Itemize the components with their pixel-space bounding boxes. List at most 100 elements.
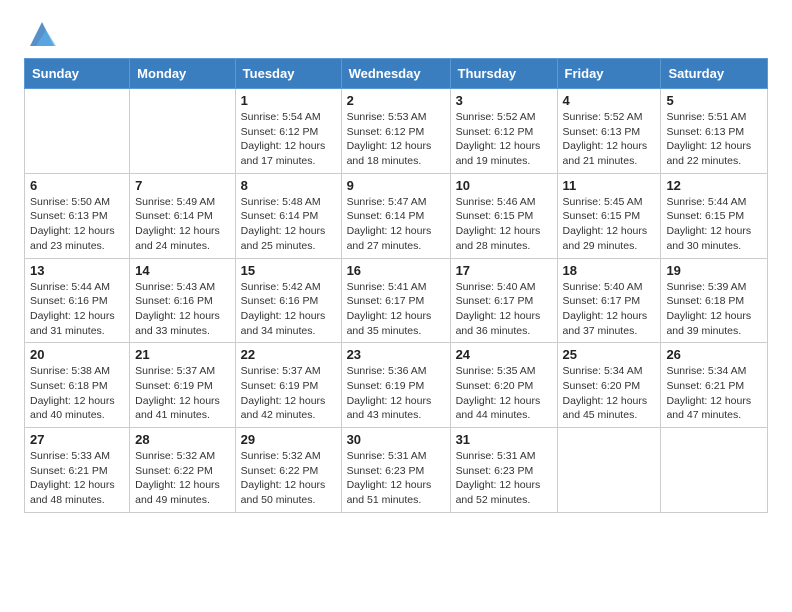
day-number: 7 <box>135 178 230 193</box>
calendar-cell: 6 Sunrise: 5:50 AM Sunset: 6:13 PM Daylig… <box>25 173 130 258</box>
day-info: Sunrise: 5:51 AM Sunset: 6:13 PM Dayligh… <box>666 110 762 169</box>
day-info: Sunrise: 5:53 AM Sunset: 6:12 PM Dayligh… <box>347 110 445 169</box>
day-info: Sunrise: 5:42 AM Sunset: 6:16 PM Dayligh… <box>241 280 336 339</box>
day-number: 10 <box>456 178 552 193</box>
day-number: 28 <box>135 432 230 447</box>
day-number: 6 <box>30 178 124 193</box>
day-info: Sunrise: 5:54 AM Sunset: 6:12 PM Dayligh… <box>241 110 336 169</box>
calendar-cell: 27Sunrise: 5:33 AM Sunset: 6:21 PM Dayli… <box>25 428 130 513</box>
day-number: 8 <box>241 178 336 193</box>
calendar-cell: 7 Sunrise: 5:49 AM Sunset: 6:14 PM Daylig… <box>130 173 236 258</box>
day-info: Sunrise: 5:47 AM Sunset: 6:14 PM Dayligh… <box>347 195 445 254</box>
day-number: 12 <box>666 178 762 193</box>
calendar-cell: 22 Sunrise: 5:37 AM Sunset: 6:19 PM Dayli… <box>235 343 341 428</box>
day-info: Sunrise: 5:52 AM Sunset: 6:13 PM Dayligh… <box>563 110 656 169</box>
calendar-cell: 4 Sunrise: 5:52 AM Sunset: 6:13 PM Daylig… <box>557 89 661 174</box>
day-number: 23 <box>347 347 445 362</box>
day-info: Sunrise: 5:38 AM Sunset: 6:18 PM Dayligh… <box>30 364 124 423</box>
calendar-cell: 23 Sunrise: 5:36 AM Sunset: 6:19 PM Dayli… <box>341 343 450 428</box>
logo-icon <box>26 18 58 50</box>
calendar-cell: 25Sunrise: 5:34 AM Sunset: 6:20 PM Dayli… <box>557 343 661 428</box>
calendar-cell: 31 Sunrise: 5:31 AM Sunset: 6:23 PM Dayli… <box>450 428 557 513</box>
calendar-cell: 3 Sunrise: 5:52 AM Sunset: 6:12 PM Daylig… <box>450 89 557 174</box>
calendar: SundayMondayTuesdayWednesdayThursdayFrid… <box>24 58 768 513</box>
calendar-cell: 17 Sunrise: 5:40 AM Sunset: 6:17 PM Dayli… <box>450 258 557 343</box>
day-info: Sunrise: 5:37 AM Sunset: 6:19 PM Dayligh… <box>135 364 230 423</box>
day-number: 5 <box>666 93 762 108</box>
calendar-cell: 13 Sunrise: 5:44 AM Sunset: 6:16 PM Dayli… <box>25 258 130 343</box>
day-number: 15 <box>241 263 336 278</box>
page: SundayMondayTuesdayWednesdayThursdayFrid… <box>0 0 792 531</box>
calendar-cell <box>661 428 768 513</box>
day-info: Sunrise: 5:43 AM Sunset: 6:16 PM Dayligh… <box>135 280 230 339</box>
calendar-cell: 10 Sunrise: 5:46 AM Sunset: 6:15 PM Dayli… <box>450 173 557 258</box>
calendar-cell: 15 Sunrise: 5:42 AM Sunset: 6:16 PM Dayli… <box>235 258 341 343</box>
calendar-cell: 2 Sunrise: 5:53 AM Sunset: 6:12 PM Daylig… <box>341 89 450 174</box>
day-info: Sunrise: 5:40 AM Sunset: 6:17 PM Dayligh… <box>456 280 552 339</box>
day-info: Sunrise: 5:37 AM Sunset: 6:19 PM Dayligh… <box>241 364 336 423</box>
day-number: 20 <box>30 347 124 362</box>
day-number: 1 <box>241 93 336 108</box>
day-info: Sunrise: 5:52 AM Sunset: 6:12 PM Dayligh… <box>456 110 552 169</box>
day-number: 26 <box>666 347 762 362</box>
calendar-cell: 29Sunrise: 5:32 AM Sunset: 6:22 PM Dayli… <box>235 428 341 513</box>
calendar-cell: 24 Sunrise: 5:35 AM Sunset: 6:20 PM Dayli… <box>450 343 557 428</box>
day-info: Sunrise: 5:31 AM Sunset: 6:23 PM Dayligh… <box>456 449 552 508</box>
day-info: Sunrise: 5:39 AM Sunset: 6:18 PM Dayligh… <box>666 280 762 339</box>
day-number: 29 <box>241 432 336 447</box>
day-info: Sunrise: 5:32 AM Sunset: 6:22 PM Dayligh… <box>135 449 230 508</box>
day-info: Sunrise: 5:45 AM Sunset: 6:15 PM Dayligh… <box>563 195 656 254</box>
calendar-cell <box>557 428 661 513</box>
calendar-cell: 19Sunrise: 5:39 AM Sunset: 6:18 PM Dayli… <box>661 258 768 343</box>
day-number: 3 <box>456 93 552 108</box>
calendar-cell <box>130 89 236 174</box>
day-info: Sunrise: 5:49 AM Sunset: 6:14 PM Dayligh… <box>135 195 230 254</box>
day-info: Sunrise: 5:48 AM Sunset: 6:14 PM Dayligh… <box>241 195 336 254</box>
week-row-3: 13 Sunrise: 5:44 AM Sunset: 6:16 PM Dayli… <box>25 258 768 343</box>
calendar-cell: 9Sunrise: 5:47 AM Sunset: 6:14 PM Daylig… <box>341 173 450 258</box>
day-info: Sunrise: 5:36 AM Sunset: 6:19 PM Dayligh… <box>347 364 445 423</box>
calendar-cell: 28 Sunrise: 5:32 AM Sunset: 6:22 PM Dayli… <box>130 428 236 513</box>
weekday-header-friday: Friday <box>557 59 661 89</box>
day-number: 24 <box>456 347 552 362</box>
day-info: Sunrise: 5:41 AM Sunset: 6:17 PM Dayligh… <box>347 280 445 339</box>
calendar-cell: 16 Sunrise: 5:41 AM Sunset: 6:17 PM Dayli… <box>341 258 450 343</box>
weekday-header-thursday: Thursday <box>450 59 557 89</box>
logo <box>24 18 58 50</box>
day-info: Sunrise: 5:46 AM Sunset: 6:15 PM Dayligh… <box>456 195 552 254</box>
day-number: 18 <box>563 263 656 278</box>
day-number: 14 <box>135 263 230 278</box>
calendar-cell <box>25 89 130 174</box>
day-number: 17 <box>456 263 552 278</box>
weekday-header-row: SundayMondayTuesdayWednesdayThursdayFrid… <box>25 59 768 89</box>
day-number: 21 <box>135 347 230 362</box>
day-info: Sunrise: 5:31 AM Sunset: 6:23 PM Dayligh… <box>347 449 445 508</box>
calendar-cell: 11 Sunrise: 5:45 AM Sunset: 6:15 PM Dayli… <box>557 173 661 258</box>
header <box>24 18 768 50</box>
day-number: 27 <box>30 432 124 447</box>
day-info: Sunrise: 5:34 AM Sunset: 6:21 PM Dayligh… <box>666 364 762 423</box>
week-row-2: 6 Sunrise: 5:50 AM Sunset: 6:13 PM Daylig… <box>25 173 768 258</box>
calendar-cell: 18Sunrise: 5:40 AM Sunset: 6:17 PM Dayli… <box>557 258 661 343</box>
weekday-header-wednesday: Wednesday <box>341 59 450 89</box>
day-info: Sunrise: 5:44 AM Sunset: 6:15 PM Dayligh… <box>666 195 762 254</box>
day-number: 16 <box>347 263 445 278</box>
calendar-cell: 20 Sunrise: 5:38 AM Sunset: 6:18 PM Dayli… <box>25 343 130 428</box>
calendar-cell: 8 Sunrise: 5:48 AM Sunset: 6:14 PM Daylig… <box>235 173 341 258</box>
weekday-header-tuesday: Tuesday <box>235 59 341 89</box>
day-info: Sunrise: 5:50 AM Sunset: 6:13 PM Dayligh… <box>30 195 124 254</box>
calendar-cell: 12 Sunrise: 5:44 AM Sunset: 6:15 PM Dayli… <box>661 173 768 258</box>
week-row-1: 1 Sunrise: 5:54 AM Sunset: 6:12 PM Daylig… <box>25 89 768 174</box>
weekday-header-saturday: Saturday <box>661 59 768 89</box>
day-number: 13 <box>30 263 124 278</box>
day-number: 11 <box>563 178 656 193</box>
calendar-cell: 26 Sunrise: 5:34 AM Sunset: 6:21 PM Dayli… <box>661 343 768 428</box>
calendar-cell: 30Sunrise: 5:31 AM Sunset: 6:23 PM Dayli… <box>341 428 450 513</box>
calendar-cell: 14 Sunrise: 5:43 AM Sunset: 6:16 PM Dayli… <box>130 258 236 343</box>
day-number: 31 <box>456 432 552 447</box>
day-number: 4 <box>563 93 656 108</box>
day-number: 2 <box>347 93 445 108</box>
day-info: Sunrise: 5:35 AM Sunset: 6:20 PM Dayligh… <box>456 364 552 423</box>
day-number: 22 <box>241 347 336 362</box>
day-info: Sunrise: 5:44 AM Sunset: 6:16 PM Dayligh… <box>30 280 124 339</box>
